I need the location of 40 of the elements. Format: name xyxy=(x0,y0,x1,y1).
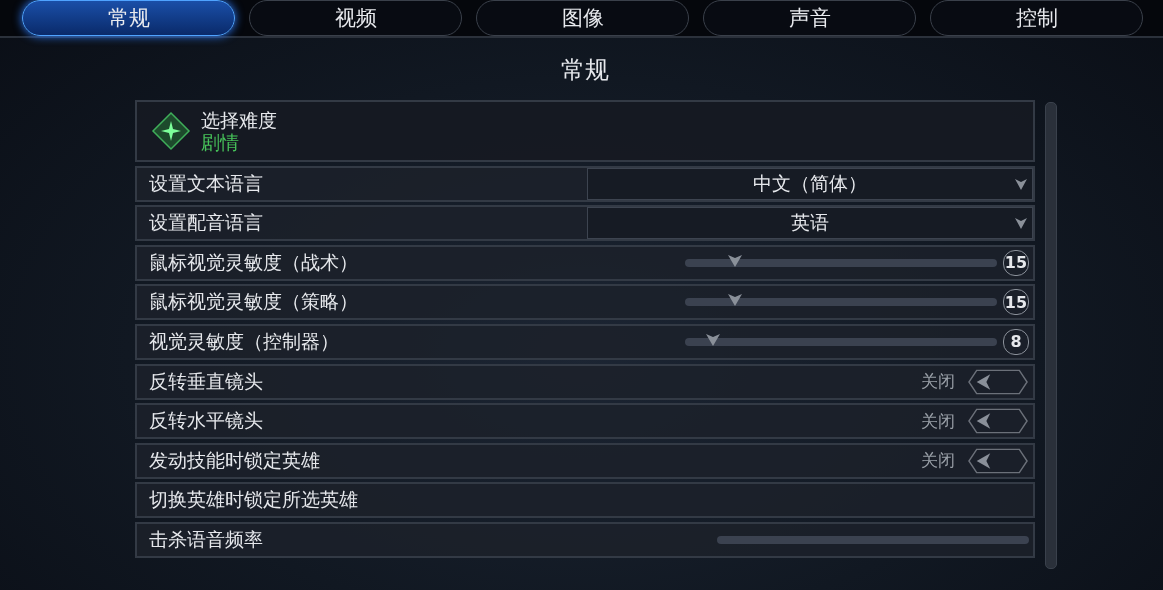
caret-icon xyxy=(1014,176,1028,191)
setting-label: 设置文本语言 xyxy=(149,170,264,196)
star-gem-icon xyxy=(151,111,191,151)
setting-label: 反转水平镜头 xyxy=(149,408,264,434)
setting-label: 切换英雄时锁定所选英雄 xyxy=(149,487,359,513)
setting-label: 发动技能时锁定英雄 xyxy=(149,447,321,473)
toggle-state: 关闭 xyxy=(921,409,955,433)
setting-label: 击杀语音频率 xyxy=(149,526,264,552)
tab[interactable]: 常规 xyxy=(22,0,235,36)
dropdown[interactable]: 中文（简体） xyxy=(587,167,1033,200)
tab[interactable]: 视频 xyxy=(249,0,462,36)
toggle-state: 关闭 xyxy=(921,370,955,394)
slider-thumb[interactable] xyxy=(726,293,743,308)
slider-value: 15 xyxy=(1003,289,1029,316)
tab[interactable]: 声音 xyxy=(703,0,916,36)
tab[interactable]: 图像 xyxy=(476,0,689,36)
setting-label: 视觉灵敏度（控制器） xyxy=(149,328,340,354)
tab[interactable]: 控制 xyxy=(930,0,1143,36)
difficulty-row[interactable]: 选择难度 剧情 xyxy=(135,100,1035,162)
toggle-switch[interactable] xyxy=(967,367,1029,396)
setting-label: 反转垂直镜头 xyxy=(149,368,264,394)
section-title: 常规 xyxy=(560,55,610,86)
setting-label: 设置配音语言 xyxy=(149,210,264,236)
difficulty-value: 剧情 xyxy=(201,131,240,153)
slider-track[interactable] xyxy=(717,535,1029,544)
slider-thumb[interactable] xyxy=(726,253,743,268)
slider-track[interactable] xyxy=(685,337,997,346)
slider-thumb[interactable] xyxy=(705,332,722,347)
toggle-switch[interactable] xyxy=(967,446,1029,475)
setting-label: 鼠标视觉灵敏度（战术） xyxy=(149,249,359,275)
toggle-switch[interactable] xyxy=(967,407,1029,436)
setting-label: 鼠标视觉灵敏度（策略） xyxy=(149,289,359,315)
slider-value: 15 xyxy=(1003,249,1029,276)
slider-value: 8 xyxy=(1003,328,1029,355)
toggle-state: 关闭 xyxy=(921,449,955,473)
slider-track[interactable] xyxy=(685,258,997,267)
scrollbar[interactable] xyxy=(1045,102,1057,569)
caret-icon xyxy=(1014,216,1028,231)
setting-label: 选择难度 xyxy=(201,109,277,131)
dropdown[interactable]: 英语 xyxy=(587,207,1033,240)
